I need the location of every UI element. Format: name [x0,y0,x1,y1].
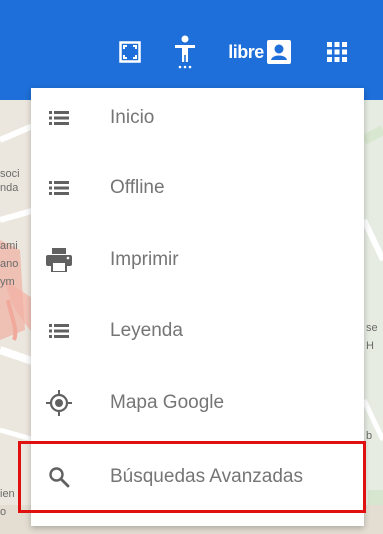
menu-item-mapa-google[interactable]: Mapa Google [31,367,364,439]
apps-grid-icon [327,42,347,62]
fullscreen-icon [119,41,141,63]
libre-label: libre [228,41,264,62]
map-label: ano [0,258,19,270]
list-icon [45,174,73,202]
user-libre-button[interactable]: libre [220,36,300,68]
fullscreen-button[interactable] [115,36,145,68]
menu-item-label: Leyenda [110,320,183,341]
menu-item-inicio[interactable]: Inicio [31,82,364,154]
apps-menu-button[interactable] [322,36,352,68]
menu-item-label: Mapa Google [110,392,225,413]
map-label: ym [0,276,15,288]
map-label: ami [0,240,18,252]
menu-item-label: Inicio [110,107,155,128]
menu-item-imprimir[interactable]: Imprimir [31,224,364,296]
map-label: o [0,506,7,518]
accessibility-button[interactable] [170,35,200,69]
menu-item-offline[interactable]: Offline [31,152,364,224]
map-label: H [366,340,374,352]
list-icon [45,104,73,132]
list-icon [45,317,73,345]
menu-item-leyenda[interactable]: Leyenda [31,295,364,367]
user-icon [266,40,291,64]
map-label: nda [0,182,19,194]
menu-item-label: Imprimir [110,249,179,270]
menu-item-label: Offline [110,177,165,198]
map-label: ien [0,488,15,500]
location-target-icon [45,389,73,417]
map-label: soci [0,168,20,180]
map-label: b [366,430,373,442]
printer-icon [45,246,73,274]
map-label: se [366,322,378,334]
accessibility-icon [175,35,195,69]
highlight-box [18,441,366,513]
